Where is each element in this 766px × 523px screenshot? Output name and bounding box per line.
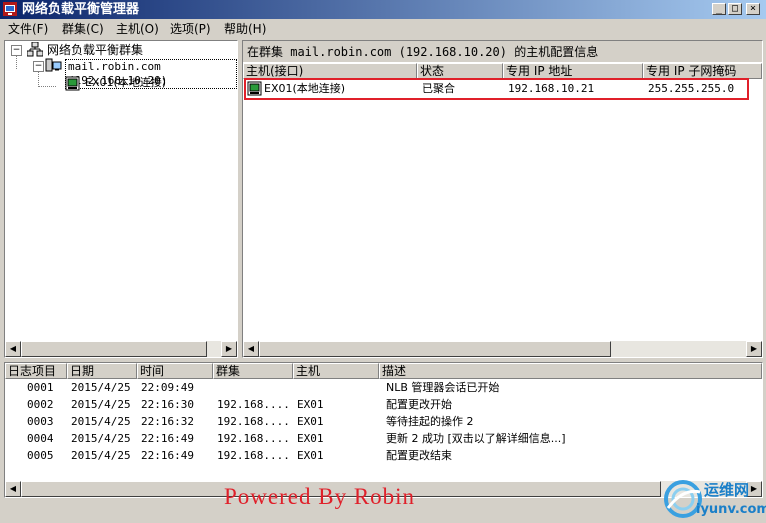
column-header-status[interactable]: 状态 — [417, 63, 503, 79]
menu-file[interactable]: 文件(F) — [8, 22, 48, 36]
network-adapter-icon — [65, 76, 80, 91]
menu-bar: 文件(F) 群集(C) 主机(O) 选项(P) 帮助(H) — [0, 19, 766, 38]
title-bar[interactable]: 网络负载平衡管理器 _ □ × — [0, 0, 766, 19]
log-time-cell: 22:16:49 — [141, 449, 194, 462]
host-details-pane: 在群集 mail.robin.com (192.168.10.20) 的主机配置… — [242, 40, 763, 358]
column-header-ip[interactable]: 专用 IP 地址 — [503, 63, 643, 79]
mask-cell: 255.255.255.0 — [648, 82, 735, 95]
log-column-headers: 日志项目 日期 时间 群集 主机 描述 — [5, 363, 762, 379]
cluster-group-icon — [27, 42, 43, 57]
log-description-cell: 更新 2 成功 [双击以了解详细信息...] — [386, 432, 566, 445]
tree-line — [16, 55, 18, 69]
log-header-id[interactable]: 日志项目 — [5, 363, 67, 379]
ip-cell: 192.168.10.21 — [508, 82, 595, 95]
window-title: 网络负载平衡管理器 — [22, 2, 140, 17]
menu-host[interactable]: 主机(O) — [116, 22, 159, 36]
host-cell: EX01(本地连接) — [264, 82, 346, 95]
log-id-cell: 0004 — [27, 432, 54, 445]
log-cluster-cell: 192.168.... — [217, 449, 290, 462]
log-cluster-cell: 192.168.... — [217, 398, 290, 411]
log-row[interactable]: 0002 2015/4/25 22:16:30 192.168.... EX01… — [5, 397, 762, 414]
log-row[interactable]: 0005 2015/4/25 22:16:49 192.168.... EX01… — [5, 448, 762, 465]
log-time-cell: 22:16:32 — [141, 415, 194, 428]
log-cluster-cell: 192.168.... — [217, 415, 290, 428]
column-header-host[interactable]: 主机(接口) — [243, 63, 417, 79]
tree-host-label[interactable]: EX01(本地连接) — [85, 76, 166, 90]
scroll-thumb[interactable] — [259, 341, 611, 357]
close-button[interactable]: × — [746, 3, 760, 15]
log-row[interactable]: 0003 2015/4/25 22:16:32 192.168.... EX01… — [5, 414, 762, 431]
maximize-button[interactable]: □ — [728, 3, 742, 15]
log-cluster-cell: 192.168.... — [217, 432, 290, 445]
log-date-cell: 2015/4/25 — [71, 449, 131, 462]
details-horizontal-scrollbar[interactable]: ◀ ▶ — [243, 341, 762, 357]
log-host-cell: EX01 — [297, 432, 324, 445]
menu-cluster[interactable]: 群集(C) — [62, 22, 104, 36]
tree-root-label[interactable]: 网络负载平衡群集 — [47, 43, 143, 57]
log-pane: 日志项目 日期 时间 群集 主机 描述 0001 2015/4/25 22:09… — [4, 362, 763, 498]
log-row[interactable]: 0001 2015/4/25 22:09:49 NLB 管理器会话已开始 — [5, 380, 762, 397]
log-header-cluster[interactable]: 群集 — [213, 363, 293, 379]
column-header-mask[interactable]: 专用 IP 子网掩码 — [643, 63, 762, 79]
logo-brand-text: 运维网 — [704, 481, 750, 499]
scroll-right-arrow-icon[interactable]: ▶ — [746, 341, 762, 357]
table-row[interactable]: EX01(本地连接) 已聚合 192.168.10.21 255.255.255… — [246, 80, 746, 98]
collapse-toggle[interactable]: − — [11, 45, 22, 56]
log-host-cell: EX01 — [297, 398, 324, 411]
powered-by-watermark: Powered By Robin — [224, 484, 416, 509]
scroll-left-arrow-icon[interactable]: ◀ — [5, 341, 21, 357]
details-column-headers: 主机(接口) 状态 专用 IP 地址 专用 IP 子网掩码 — [243, 63, 762, 79]
log-id-cell: 0002 — [27, 398, 54, 411]
log-host-cell: EX01 — [297, 449, 324, 462]
details-header-bar: 在群集 mail.robin.com (192.168.10.20) 的主机配置… — [243, 41, 762, 62]
log-time-cell: 22:16:49 — [141, 432, 194, 445]
log-header-description[interactable]: 描述 — [379, 363, 762, 379]
tree-line — [38, 72, 40, 87]
log-date-cell: 2015/4/25 — [71, 398, 131, 411]
menu-options[interactable]: 选项(P) — [170, 22, 211, 36]
log-id-cell: 0001 — [27, 381, 54, 394]
nlb-app-icon — [3, 2, 17, 16]
log-description-cell: 配置更改结束 — [386, 449, 452, 462]
network-adapter-icon — [247, 81, 262, 96]
log-description-cell: NLB 管理器会话已开始 — [386, 381, 500, 394]
tree-line — [38, 86, 56, 88]
log-host-cell: EX01 — [297, 415, 324, 428]
collapse-toggle[interactable]: − — [33, 61, 44, 72]
cluster-tree-pane: − 网络负载平衡群集 − mail.robin.com (192.168.10.… — [4, 40, 238, 358]
log-description-cell: 等待挂起的操作 2 — [386, 415, 474, 428]
minimize-button[interactable]: _ — [712, 3, 726, 15]
log-row[interactable]: 0004 2015/4/25 22:16:49 192.168.... EX01… — [5, 431, 762, 448]
log-date-cell: 2015/4/25 — [71, 432, 131, 445]
scroll-left-arrow-icon[interactable]: ◀ — [243, 341, 259, 357]
scroll-right-arrow-icon[interactable]: ▶ — [221, 341, 237, 357]
log-description-cell: 配置更改开始 — [386, 398, 452, 411]
log-date-cell: 2015/4/25 — [71, 415, 131, 428]
log-time-cell: 22:09:49 — [141, 381, 194, 394]
log-id-cell: 0005 — [27, 449, 54, 462]
menu-help[interactable]: 帮助(H) — [224, 22, 266, 36]
log-header-date[interactable]: 日期 — [67, 363, 137, 379]
status-cell: 已聚合 — [422, 82, 455, 95]
log-header-time[interactable]: 时间 — [137, 363, 213, 379]
scroll-thumb[interactable] — [21, 341, 207, 357]
log-header-host[interactable]: 主机 — [293, 363, 379, 379]
cluster-server-icon — [45, 58, 62, 72]
scroll-left-arrow-icon[interactable]: ◀ — [5, 481, 21, 497]
logo-domain-text: iyunv.com — [696, 502, 766, 517]
log-time-cell: 22:16:30 — [141, 398, 194, 411]
log-id-cell: 0003 — [27, 415, 54, 428]
details-header-text: 在群集 mail.robin.com (192.168.10.20) 的主机配置… — [247, 45, 599, 59]
log-date-cell: 2015/4/25 — [71, 381, 131, 394]
tree-horizontal-scrollbar[interactable]: ◀ ▶ — [5, 341, 237, 357]
site-logo: 运维网 iyunv.com — [662, 478, 766, 520]
